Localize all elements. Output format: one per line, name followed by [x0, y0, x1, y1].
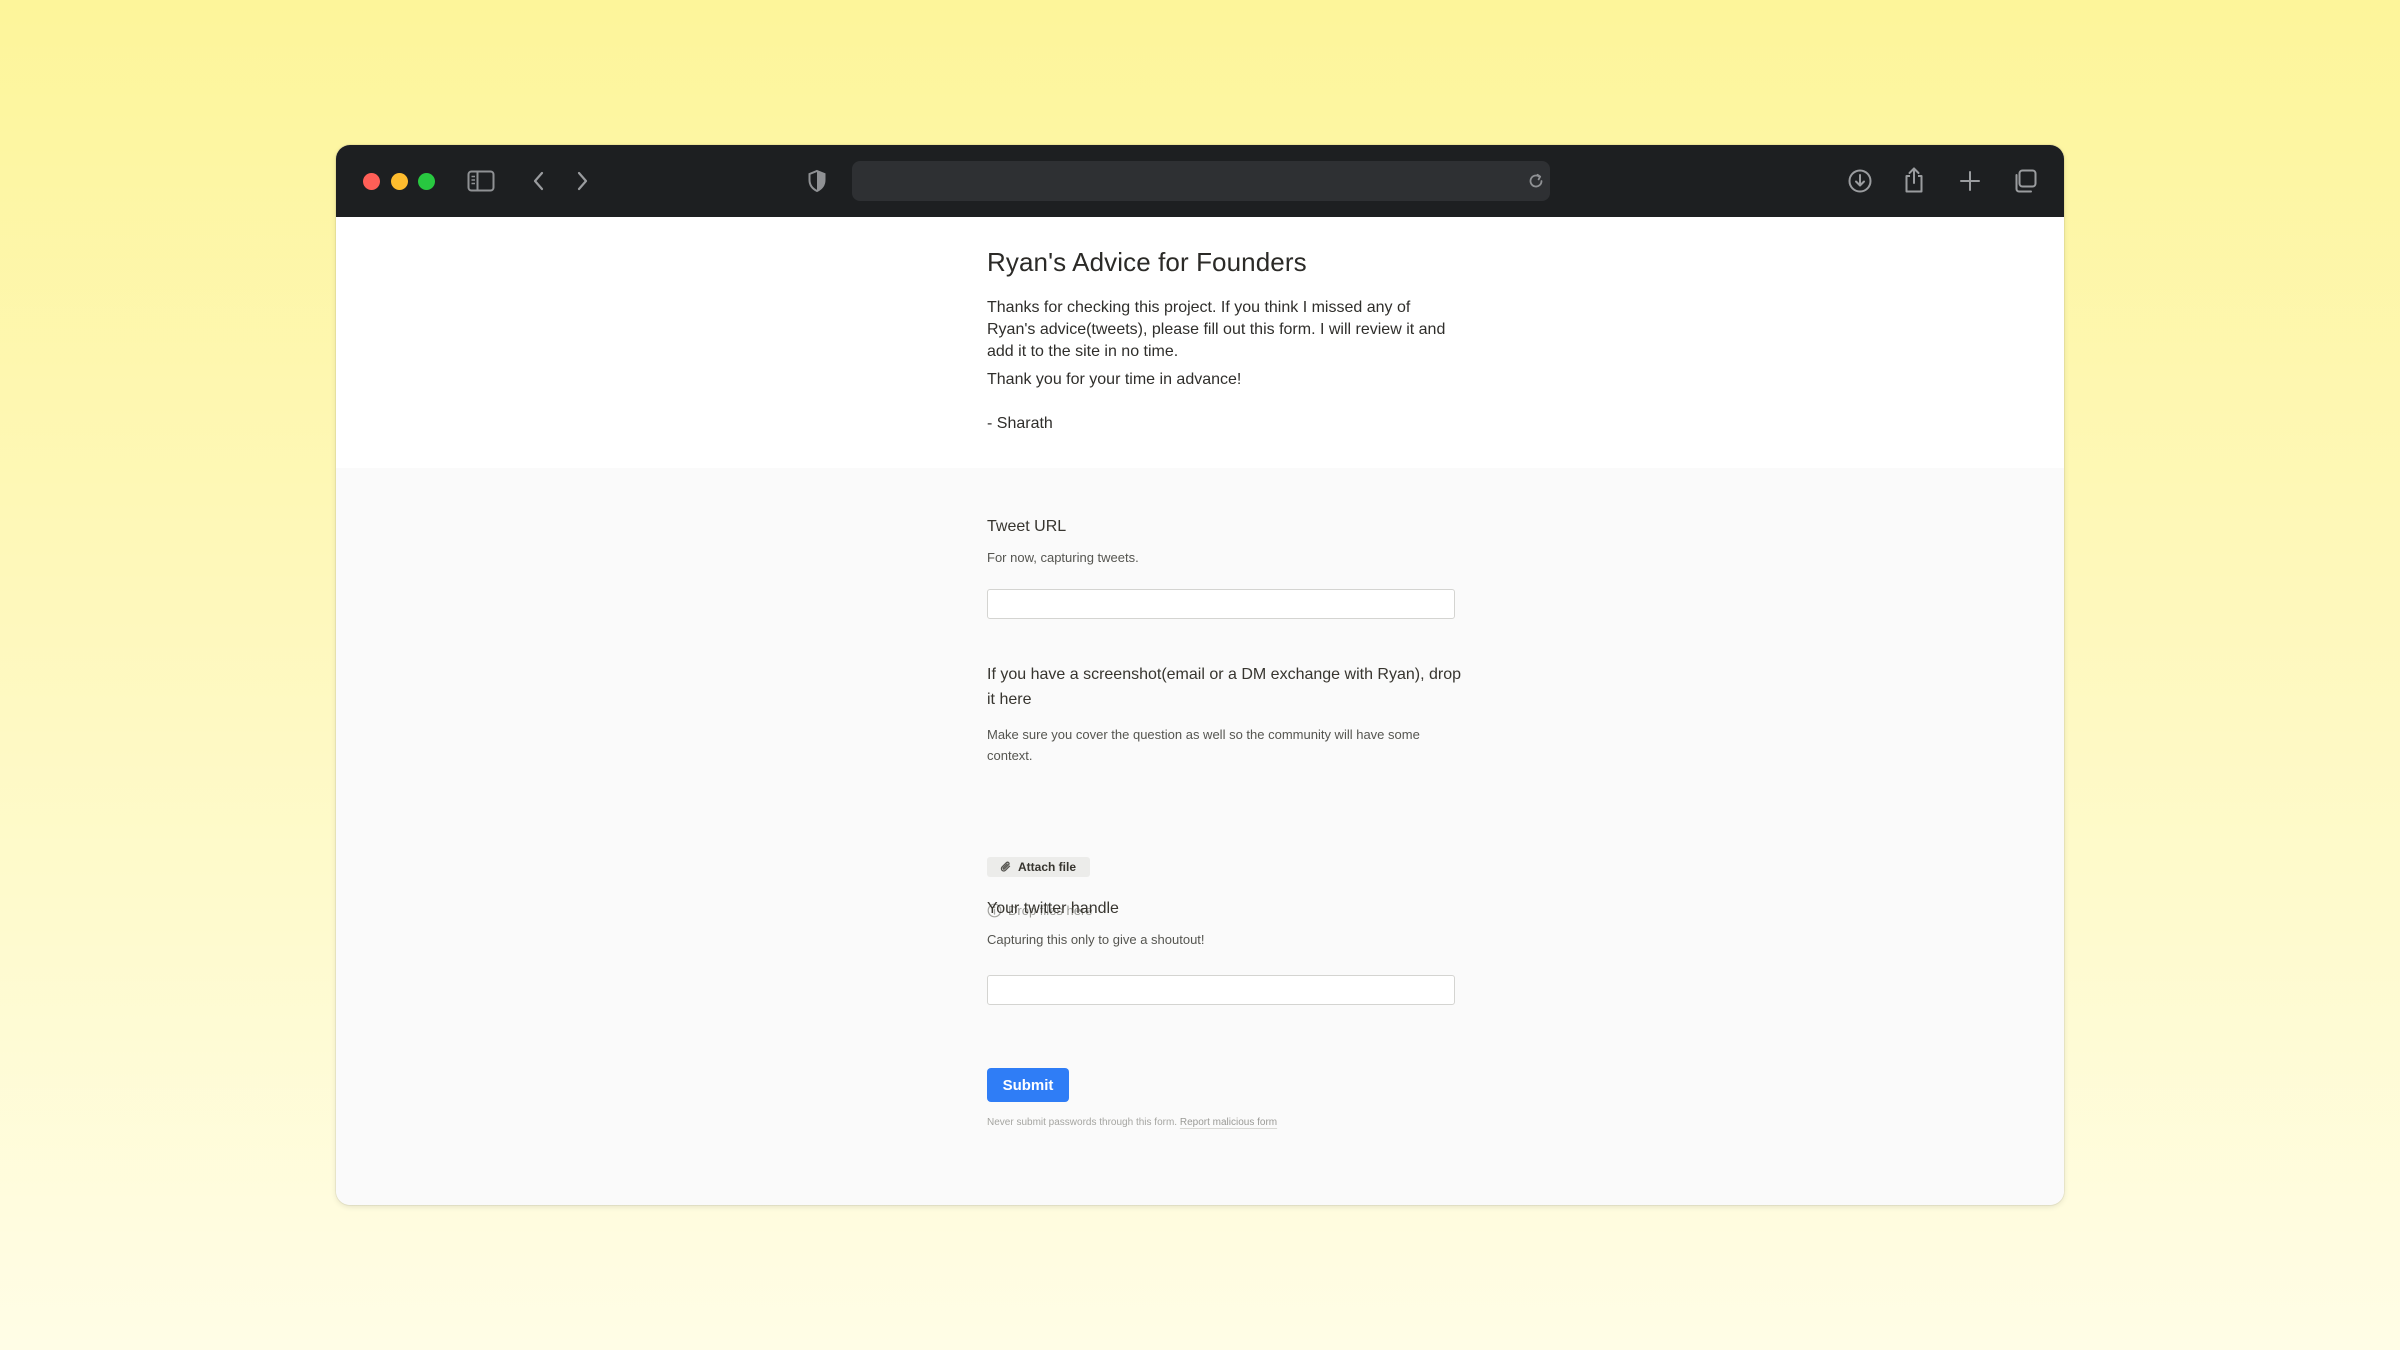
- tweet-url-input[interactable]: [987, 589, 1455, 619]
- tweet-url-label: Tweet URL: [987, 518, 1067, 535]
- twitter-handle-help: Capturing this only to give a shoutout!: [987, 932, 1205, 947]
- attach-file-button[interactable]: Attach file: [987, 857, 1091, 877]
- form-description-thanks: Thank you for your time in advance!: [987, 371, 1242, 388]
- download-icon[interactable]: [1847, 168, 1873, 194]
- form-header: Ryan's Advice for Founders Thanks for ch…: [336, 217, 2064, 468]
- minimize-window-button[interactable]: [391, 173, 408, 190]
- screenshot-label: If you have a screenshot(email or a DM e…: [987, 666, 1462, 708]
- screenshot-help: Make sure you cover the question as well…: [987, 727, 1420, 763]
- browser-toolbar: [336, 145, 2064, 217]
- share-icon[interactable]: [1902, 166, 1926, 194]
- close-window-button[interactable]: [363, 173, 380, 190]
- attach-file-label: Attach file: [1018, 860, 1077, 874]
- twitter-handle-label: Your twitter handle: [987, 900, 1119, 917]
- password-warning: Never submit passwords through this form…: [987, 1117, 1178, 1128]
- twitter-handle-input[interactable]: [987, 975, 1455, 1005]
- back-icon[interactable]: [530, 170, 548, 192]
- footer-note: Never submit passwords through this form…: [987, 1117, 1277, 1128]
- tabs-overview-icon[interactable]: [2012, 168, 2038, 194]
- reload-icon[interactable]: [1527, 172, 1545, 190]
- tweet-url-help: For now, capturing tweets.: [987, 550, 1139, 565]
- form-description-intro: Thanks for checking this project. If you…: [987, 299, 1446, 360]
- shield-icon[interactable]: [807, 169, 827, 193]
- sidebar-icon[interactable]: [467, 170, 495, 192]
- form-description-signature: - Sharath: [987, 415, 1053, 432]
- address-bar[interactable]: [852, 161, 1550, 201]
- zoom-window-button[interactable]: [418, 173, 435, 190]
- page-content: Ryan's Advice for Founders Thanks for ch…: [336, 217, 2064, 1205]
- form-title: Ryan's Advice for Founders: [987, 247, 1307, 277]
- paperclip-icon: [1000, 861, 1012, 873]
- forward-icon[interactable]: [573, 170, 591, 192]
- submit-button[interactable]: Submit: [987, 1068, 1069, 1102]
- new-tab-icon[interactable]: [1959, 170, 1981, 192]
- browser-window: Ryan's Advice for Founders Thanks for ch…: [336, 145, 2064, 1205]
- report-malicious-form-link[interactable]: Report malicious form: [1180, 1117, 1277, 1128]
